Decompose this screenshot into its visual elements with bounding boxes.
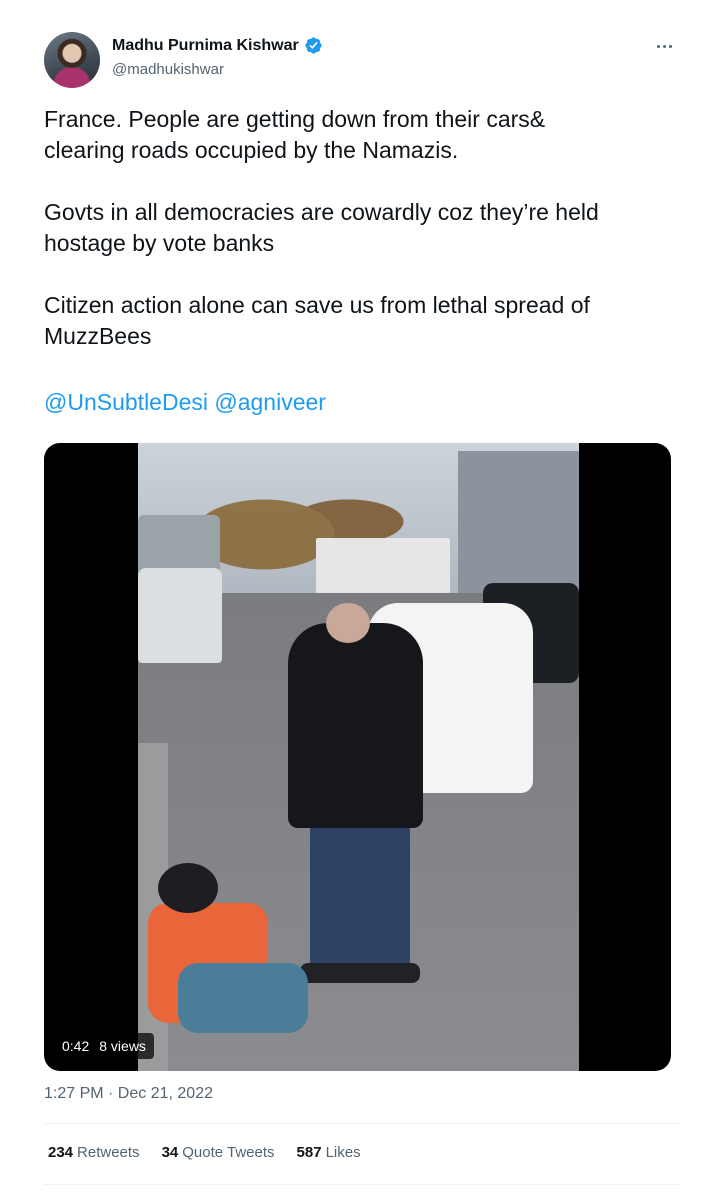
video-info-overlay: 0:42 8 views xyxy=(54,1033,154,1059)
author-display-name[interactable]: Madhu Purnima Kishwar xyxy=(112,37,299,55)
author-name-row[interactable]: Madhu Purnima Kishwar xyxy=(112,36,323,55)
tweet-timestamp[interactable]: 1:27 PM · Dec 21, 2022 xyxy=(44,1085,213,1103)
stat-label: Likes xyxy=(325,1144,361,1161)
tweet-paragraph: France. People are getting down from the… xyxy=(44,106,546,163)
mention-link[interactable]: @agniveer xyxy=(214,389,326,415)
stat-count: 234 xyxy=(48,1144,74,1161)
author-handle[interactable]: @madhukishwar xyxy=(112,61,224,78)
video-frame[interactable] xyxy=(138,443,579,1071)
video-player[interactable]: 0:42 8 views xyxy=(44,443,671,1071)
tweet-text: France. People are getting down from the… xyxy=(44,104,684,383)
divider xyxy=(44,1123,682,1124)
avatar[interactable] xyxy=(44,32,100,88)
tweet-stats: 234 Retweets 34 Quote Tweets 587 Likes xyxy=(48,1144,361,1161)
divider xyxy=(44,1184,682,1185)
tweet-paragraph: Citizen action alone can save us from le… xyxy=(44,292,590,349)
stat-label: Quote Tweets xyxy=(182,1144,275,1161)
tweet-paragraph: Govts in all democracies are cowardly co… xyxy=(44,199,599,256)
tweet-header: Madhu Purnima Kishwar @madhukishwar xyxy=(44,30,684,90)
verified-badge-icon xyxy=(305,37,322,54)
quote-tweets-stat[interactable]: 34 Quote Tweets xyxy=(162,1144,275,1161)
stat-count: 34 xyxy=(161,1144,179,1161)
mention-link[interactable]: @UnSubtleDesi xyxy=(44,389,208,415)
stat-count: 587 xyxy=(296,1144,322,1161)
video-views: 8 views xyxy=(99,1038,146,1054)
tweet-mentions: @UnSubtleDesi @agniveer xyxy=(44,387,326,418)
stat-label: Retweets xyxy=(77,1144,140,1161)
likes-stat[interactable]: 587 Likes xyxy=(297,1144,361,1161)
video-duration: 0:42 xyxy=(62,1038,90,1054)
more-options-icon[interactable] xyxy=(650,34,678,58)
retweets-stat[interactable]: 234 Retweets xyxy=(48,1144,140,1161)
